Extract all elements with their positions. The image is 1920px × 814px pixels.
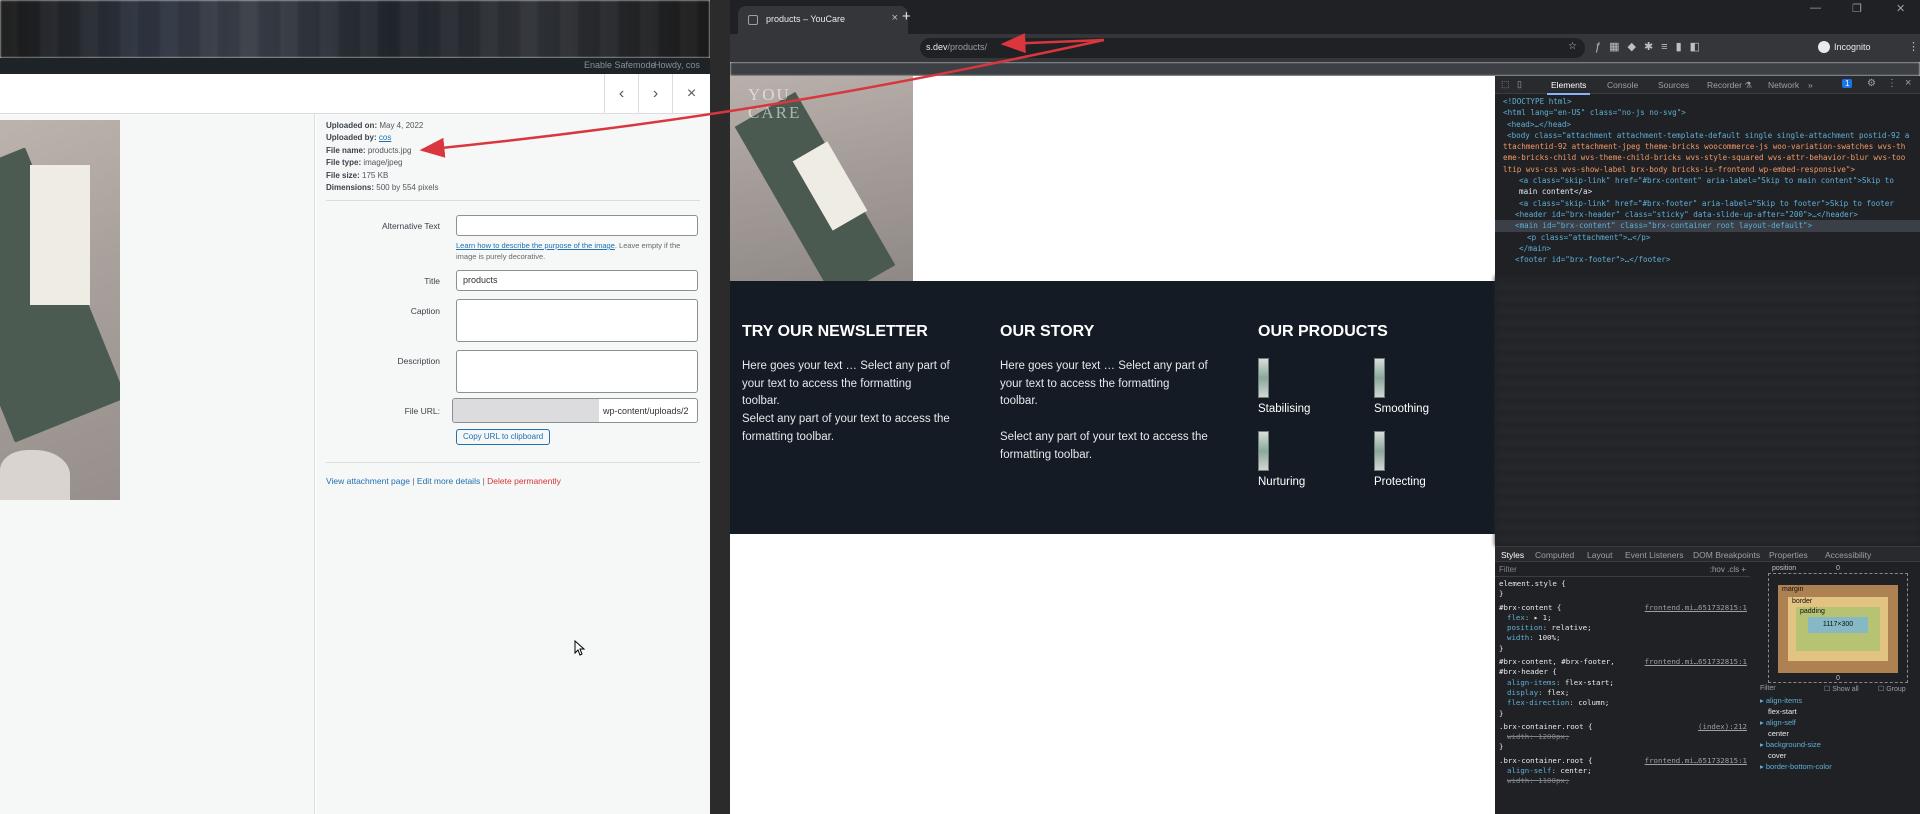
screenshot-root: Enable Safemode Howdy, cos ‹ › × Uploade…: [0, 0, 1920, 814]
annotation-arrows: [419, 33, 1105, 158]
arrow-to-file-name: [419, 38, 1105, 158]
